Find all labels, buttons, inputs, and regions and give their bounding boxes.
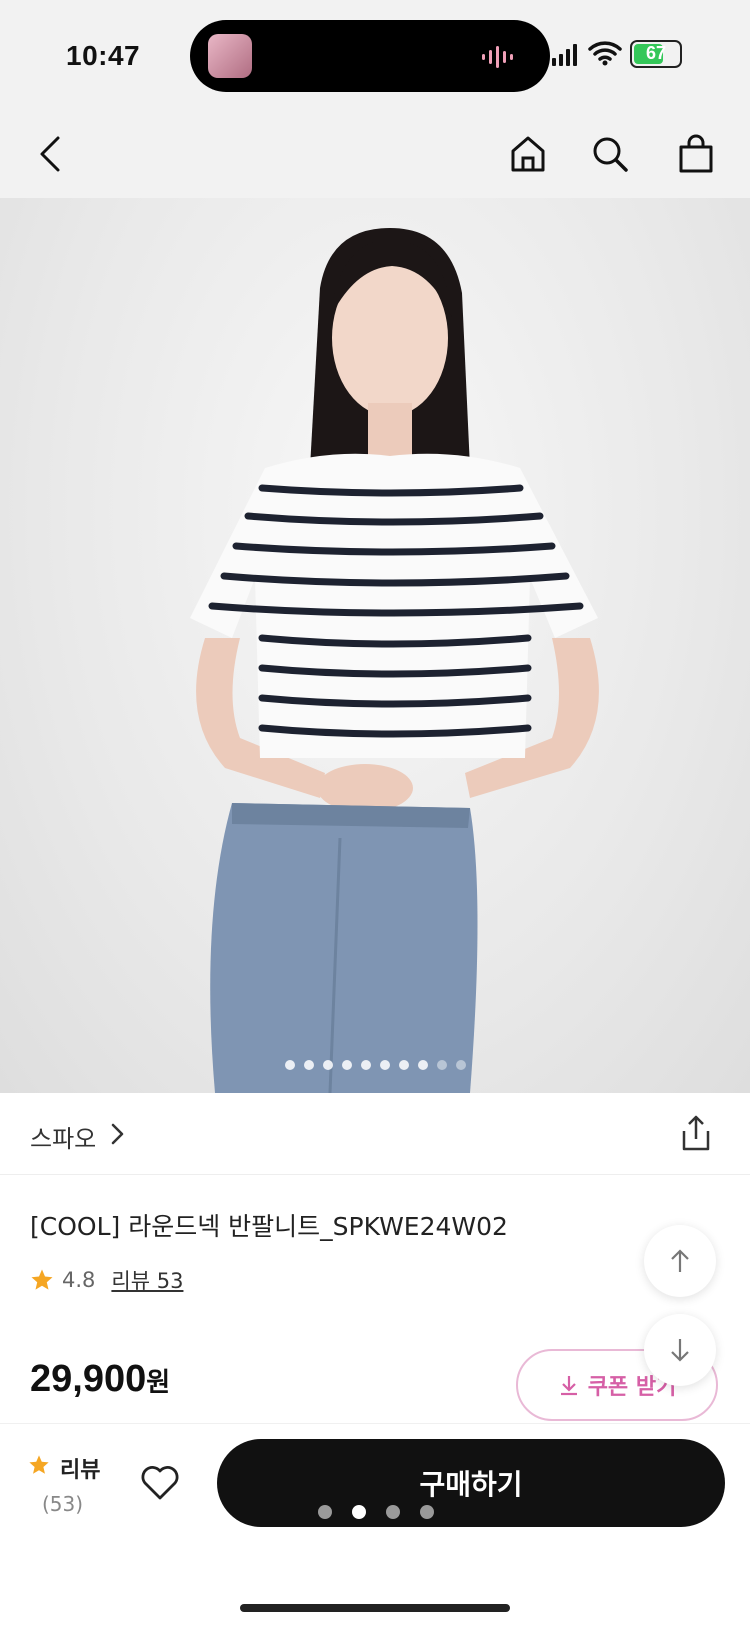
gallery-pagination: [0, 1060, 750, 1070]
star-icon: [31, 1269, 53, 1290]
search-button[interactable]: [586, 130, 634, 178]
buy-button[interactable]: 구매하기: [217, 1439, 725, 1527]
pager-dot[interactable]: [352, 1505, 366, 1519]
gallery-dot: [436, 1060, 447, 1070]
product-title: [COOL] 라운드넥 반팔니트_SPKWE24W02: [30, 1212, 508, 1241]
share-icon: [682, 1115, 710, 1151]
model-photo: [190, 228, 599, 1093]
gallery-dot: [303, 1060, 314, 1070]
gallery-dot: [322, 1060, 333, 1070]
review-count: (53): [42, 1492, 84, 1516]
wishlist-button[interactable]: [138, 1460, 182, 1504]
status-time: 10:47: [66, 40, 141, 71]
rating-row: 4.8 리뷰 53: [30, 1265, 183, 1295]
bottom-action-bar: 리뷰 (53) 구매하기: [0, 1423, 750, 1543]
dynamic-island: [190, 20, 550, 92]
scroll-bottom-button[interactable]: [644, 1314, 716, 1386]
review-label: 리뷰: [60, 1458, 101, 1483]
review-count-link[interactable]: 리뷰 53: [111, 1265, 183, 1295]
gallery-dot: [417, 1060, 428, 1070]
gallery-dot: [398, 1060, 409, 1070]
product-image[interactable]: [0, 198, 750, 1093]
heart-icon: [141, 1466, 179, 1500]
arrow-down-icon: [671, 1339, 689, 1362]
price-unit: 원: [146, 1367, 171, 1397]
chevron-left-icon: [40, 136, 60, 172]
now-playing-thumbnail: [208, 34, 252, 78]
top-nav: [0, 110, 750, 198]
status-bar: 10:47 67: [0, 0, 750, 110]
gallery-dot: [379, 1060, 390, 1070]
battery-level: 67: [645, 43, 667, 63]
share-button[interactable]: [676, 1113, 716, 1153]
wifi-icon: [588, 41, 622, 66]
cellular-signal-icon: [552, 44, 577, 66]
home-button[interactable]: [504, 130, 552, 178]
audio-wave-icon: [482, 46, 513, 68]
price-amount: 29,900: [30, 1358, 147, 1400]
bottom-pager: [318, 1505, 434, 1519]
battery-icon: 67: [630, 40, 682, 68]
star-icon: [29, 1455, 49, 1474]
brand-name[interactable]: 스파오: [30, 1119, 96, 1154]
home-indicator: [240, 1604, 510, 1612]
rating-value: 4.8: [62, 1268, 96, 1292]
gallery-dot: [284, 1060, 295, 1070]
search-icon: [593, 137, 628, 172]
gallery-dot: [360, 1060, 371, 1070]
pager-dot[interactable]: [386, 1505, 400, 1519]
pager-dot[interactable]: [318, 1505, 332, 1519]
gallery-dot: [455, 1060, 466, 1070]
home-icon: [511, 136, 545, 172]
back-button[interactable]: [26, 130, 74, 178]
brand-row[interactable]: 스파오: [0, 1093, 750, 1175]
product-price: 29,900원: [30, 1358, 170, 1401]
arrow-up-icon: [671, 1249, 689, 1272]
cart-button[interactable]: [672, 130, 720, 178]
chevron-right-icon: [111, 1123, 124, 1145]
pager-dot[interactable]: [420, 1505, 434, 1519]
download-icon: [560, 1376, 577, 1396]
gallery-dot: [341, 1060, 352, 1070]
scroll-top-button[interactable]: [644, 1225, 716, 1297]
shopping-bag-icon: [679, 134, 713, 173]
